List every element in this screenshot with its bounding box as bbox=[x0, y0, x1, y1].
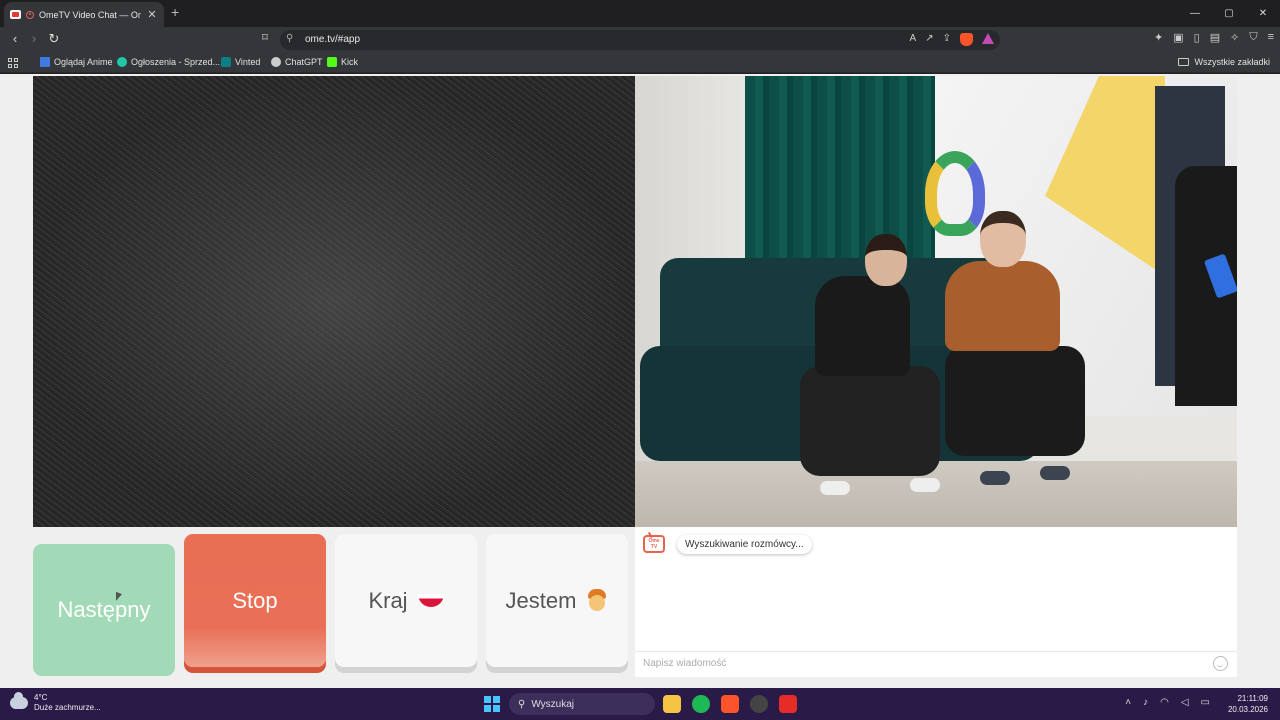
emoji-icon[interactable] bbox=[1213, 656, 1228, 671]
bookmark-label: Vinted bbox=[235, 57, 261, 67]
sidebar-icon[interactable]: ▯ bbox=[1194, 31, 1200, 44]
brave-browser-icon[interactable] bbox=[721, 695, 739, 713]
vinted-icon bbox=[221, 57, 231, 67]
close-window-button[interactable]: ✕ bbox=[1246, 0, 1280, 27]
stop-button[interactable]: Stop bbox=[184, 534, 326, 667]
browser-toolbar: ‹ › ↻ ⌑ ⚲ ome.tv/#app A ↗ ⇪ ✦ ▣ ▯ ▤ ✧ ⛉ … bbox=[0, 27, 1280, 53]
site-info-icon[interactable]: ⚲ bbox=[286, 33, 293, 44]
poland-flag-icon bbox=[417, 594, 444, 607]
country-button[interactable]: Kraj bbox=[335, 534, 477, 667]
tab-title: OmeTV Video Chat — Omeg bbox=[39, 9, 141, 20]
recording-indicator-icon bbox=[26, 10, 34, 19]
taskbar-search[interactable]: ⚲ Wyszukaj bbox=[509, 693, 655, 715]
spotify-icon[interactable] bbox=[692, 695, 710, 713]
tab-ometv[interactable]: OmeTV Video Chat — Omeg ✕ bbox=[4, 2, 164, 27]
wifi-icon[interactable]: ◠ bbox=[1160, 697, 1169, 708]
battery-icon[interactable]: ▭ bbox=[1201, 697, 1210, 708]
boy-face-icon bbox=[586, 588, 608, 613]
restore-button[interactable]: ▢ bbox=[1212, 0, 1246, 27]
bookmark-label: Kick bbox=[341, 57, 359, 67]
translate-icon[interactable]: A bbox=[910, 33, 917, 46]
bookmark-vinted[interactable]: Vinted bbox=[221, 57, 260, 67]
steam-icon[interactable] bbox=[750, 695, 768, 713]
weather-description: Duże zachmurze... bbox=[34, 703, 101, 712]
country-label: Kraj bbox=[368, 587, 408, 613]
bookmark-label: Oglądaj Anime bbox=[54, 57, 113, 67]
date: 20.03.2026 bbox=[1227, 705, 1268, 714]
open-external-icon[interactable]: ↗ bbox=[925, 33, 933, 46]
ometv-app: Następny Stop Kraj Jestem Ome TV Wyszuki… bbox=[0, 74, 1280, 688]
bookmark-chatgpt[interactable]: ChatGPT bbox=[271, 57, 323, 67]
search-icon: ⚲ bbox=[518, 698, 526, 710]
menu-icon[interactable]: ≡ bbox=[1268, 31, 1274, 44]
bookmark-ogloszenia[interactable]: Ogłoszenia - Sprzed... bbox=[117, 57, 220, 67]
brave-shields-icon[interactable] bbox=[960, 33, 973, 46]
cloud-icon bbox=[10, 692, 28, 709]
tab-strip: OmeTV Video Chat — Omeg ✕ + — ▢ ✕ bbox=[0, 0, 1280, 27]
status-message: Wyszukiwanie rozmówcy... bbox=[677, 535, 812, 554]
file-explorer-icon[interactable] bbox=[663, 695, 681, 713]
url-text[interactable]: ome.tv/#app bbox=[305, 34, 360, 45]
all-bookmarks[interactable]: Wszystkie zakładki bbox=[1178, 57, 1270, 67]
number-balloon bbox=[925, 151, 985, 236]
back-icon[interactable]: ‹ bbox=[6, 31, 24, 46]
windows-taskbar: 4°C Duże zachmurze... ⚲ Wyszukaj ˄ ♪ ◠ ◁… bbox=[0, 688, 1280, 720]
close-tab-icon[interactable]: ✕ bbox=[146, 8, 158, 21]
bookmarks-bar: Oglądaj Anime Ogłoszenia - Sprzed... Vin… bbox=[0, 53, 1280, 73]
local-video-static bbox=[33, 76, 635, 527]
toolbar-right-icons: ✦ ▣ ▯ ▤ ✧ ⛉ ≡ bbox=[1154, 31, 1274, 44]
minimize-button[interactable]: — bbox=[1178, 0, 1212, 27]
kick-icon bbox=[327, 57, 337, 67]
chatgpt-icon bbox=[271, 57, 281, 67]
window-controls: — ▢ ✕ bbox=[1178, 0, 1280, 27]
gender-button[interactable]: Jestem bbox=[486, 534, 628, 667]
address-bar[interactable]: ⚲ ome.tv/#app A ↗ ⇪ bbox=[280, 30, 1000, 50]
chat-panel: Ome TV Wyszukiwanie rozmówcy... Napisz w… bbox=[635, 527, 1237, 677]
clock[interactable]: 21:11:09 20.03.2026 bbox=[1228, 693, 1268, 715]
brave-rewards-icon[interactable] bbox=[982, 33, 994, 44]
bookmark-kick[interactable]: Kick bbox=[327, 57, 358, 67]
volume-icon[interactable]: ◁ bbox=[1181, 697, 1189, 708]
chat-message-input[interactable]: Napisz wiadomość bbox=[643, 658, 726, 669]
windows-start-icon[interactable] bbox=[484, 696, 500, 712]
bookmark-ogladaj-anime[interactable]: Oglądaj Anime bbox=[40, 57, 113, 67]
stop-label: Stop bbox=[232, 587, 278, 613]
curtain bbox=[745, 76, 945, 276]
remote-video bbox=[635, 76, 1237, 527]
weather-widget[interactable]: 4°C Duże zachmurze... bbox=[10, 692, 101, 713]
reload-icon[interactable]: ↻ bbox=[45, 31, 63, 47]
system-tray: ˄ ♪ ◠ ◁ ▭ bbox=[1125, 697, 1210, 708]
time: 21:11:09 bbox=[1237, 694, 1268, 703]
youtube-favicon-icon bbox=[10, 10, 21, 19]
share-icon[interactable]: ⇪ bbox=[943, 33, 951, 46]
new-tab-button[interactable]: + bbox=[171, 4, 179, 20]
media-player-icon[interactable] bbox=[779, 695, 797, 713]
search-label: Wyszukaj bbox=[531, 698, 575, 710]
address-bar-actions: A ↗ ⇪ bbox=[910, 33, 994, 46]
microphone-icon[interactable]: ♪ bbox=[1143, 697, 1148, 708]
all-bookmarks-label: Wszystkie zakładki bbox=[1194, 57, 1270, 67]
vpn-icon[interactable]: ⛉ bbox=[1249, 31, 1257, 44]
ometv-logo-icon: Ome TV bbox=[643, 535, 665, 553]
anime-site-icon bbox=[40, 57, 50, 67]
next-button[interactable]: Następny bbox=[33, 544, 175, 676]
person-left bbox=[815, 276, 910, 376]
tab-search-icon[interactable]: ▣ bbox=[1173, 31, 1183, 44]
forward-icon[interactable]: › bbox=[25, 31, 43, 46]
mouse-cursor bbox=[116, 591, 122, 604]
bookmark-label: Ogłoszenia - Sprzed... bbox=[131, 57, 221, 67]
extensions-icon[interactable]: ✦ bbox=[1154, 31, 1163, 44]
temperature: 4°C bbox=[34, 693, 48, 702]
apps-grid-icon[interactable] bbox=[8, 58, 18, 68]
bookmark-page-icon[interactable]: ⌑ bbox=[256, 31, 274, 44]
gender-label: Jestem bbox=[505, 587, 577, 613]
bookmark-label: ChatGPT bbox=[285, 57, 323, 67]
leo-ai-icon[interactable]: ✧ bbox=[1230, 31, 1239, 44]
person-right bbox=[945, 261, 1060, 351]
wallet-icon[interactable]: ▤ bbox=[1210, 31, 1220, 44]
chevron-up-icon[interactable]: ˄ bbox=[1125, 697, 1131, 708]
olx-icon bbox=[117, 57, 127, 67]
next-label: Następny bbox=[57, 597, 151, 622]
folder-icon bbox=[1178, 58, 1190, 66]
